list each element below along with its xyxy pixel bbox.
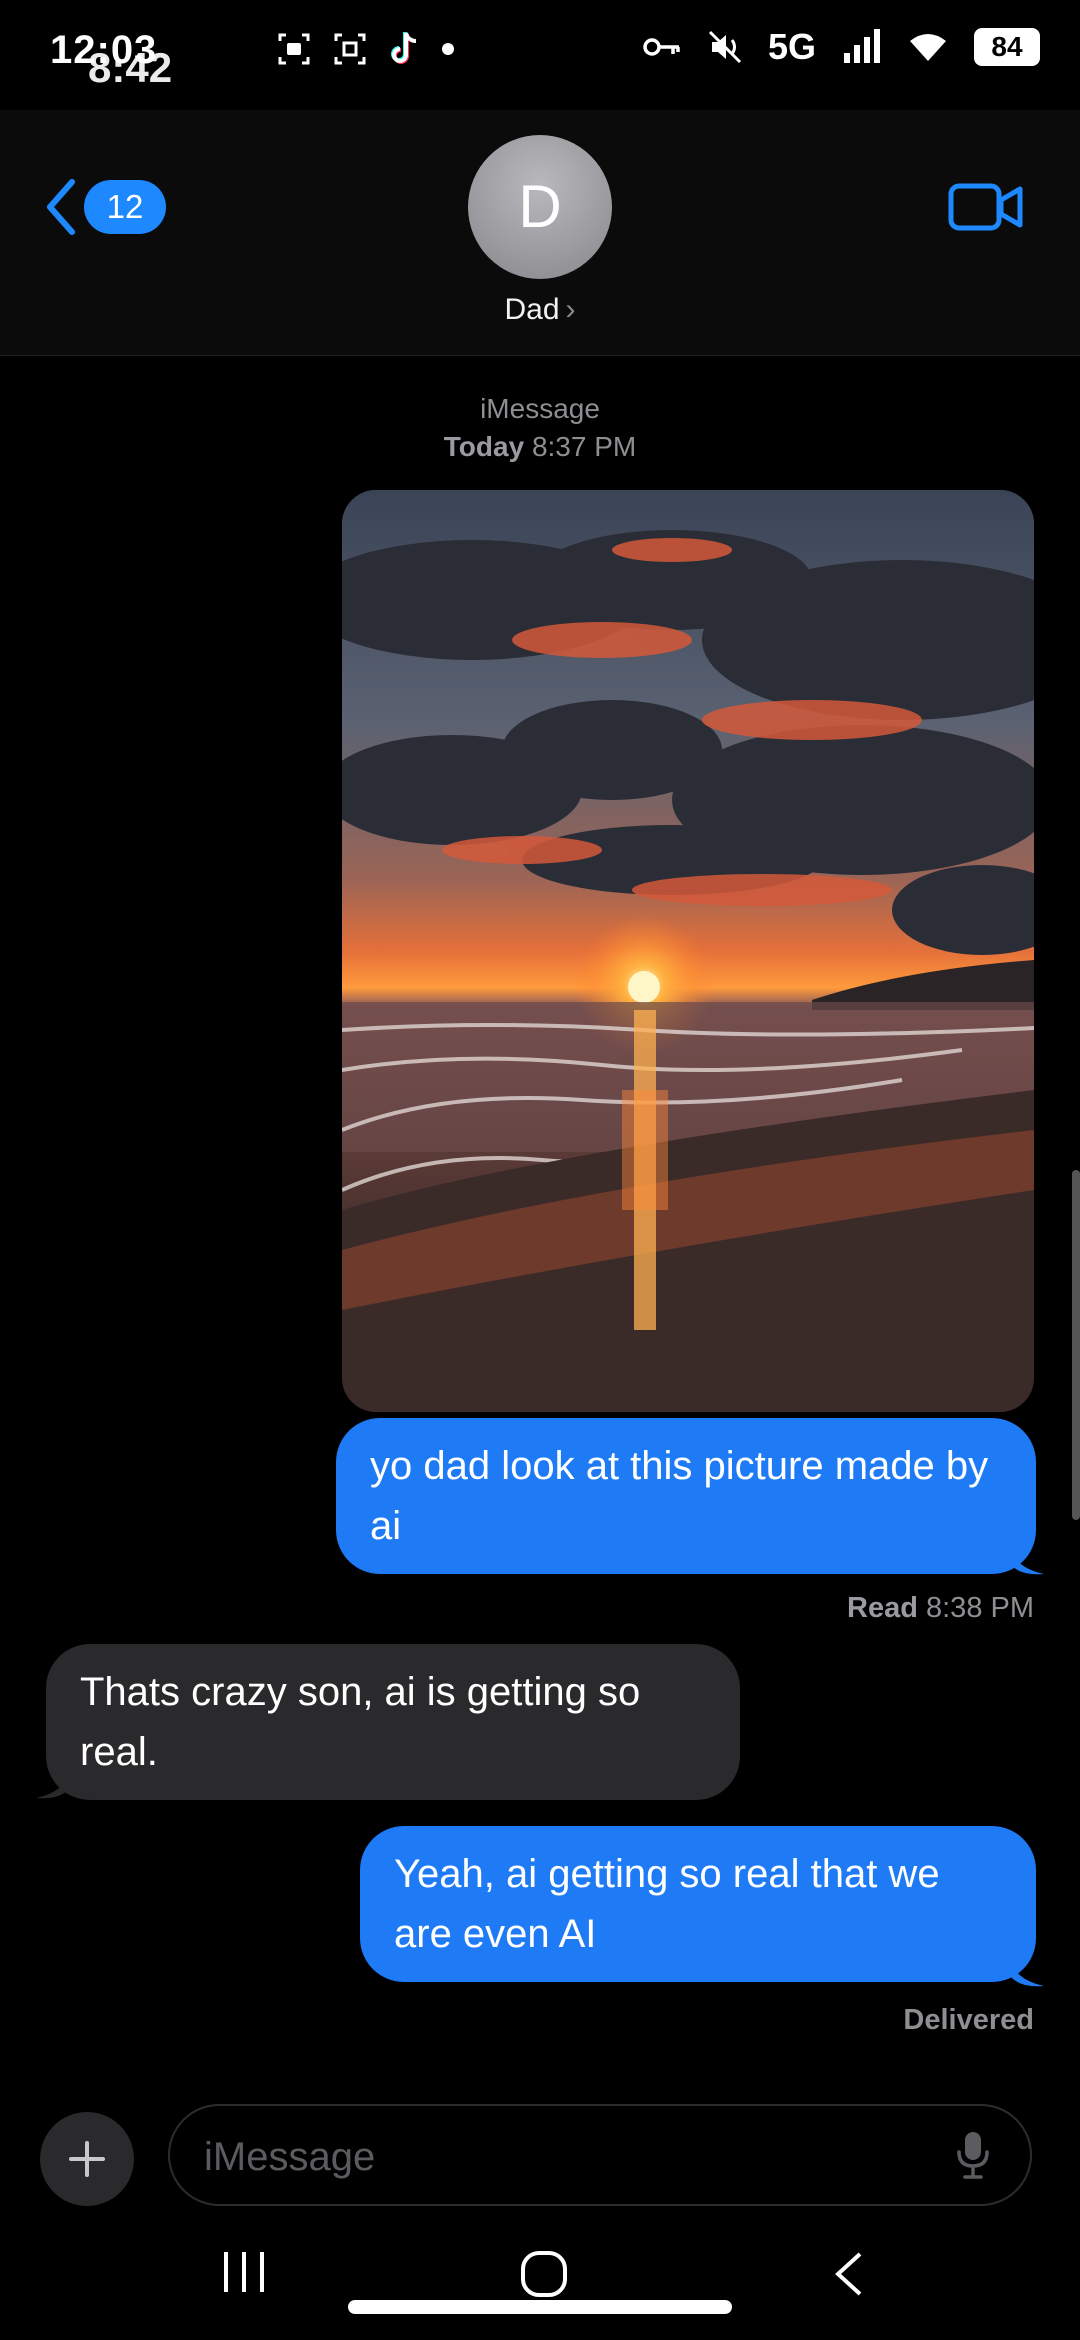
read-time: 8:38 PM <box>926 1592 1034 1624</box>
home-button[interactable] <box>520 2250 568 2303</box>
wifi-icon <box>910 34 946 61</box>
mute-icon <box>708 30 742 64</box>
battery-level: 84 <box>991 31 1023 62</box>
message-bubble-incoming[interactable]: Thats crazy son, ai is getting so real. <box>46 1644 740 1800</box>
status-notification-icons <box>276 30 454 68</box>
chevron-right-icon: › <box>565 293 576 326</box>
bubble-tail-incoming <box>36 1772 70 1799</box>
avatar[interactable]: D <box>468 135 612 279</box>
bubble-tail-outgoing <box>1010 1960 1044 1987</box>
read-label: Read <box>847 1592 918 1624</box>
status-time-overlay: 8:42 <box>88 44 173 91</box>
service-label: iMessage <box>480 393 600 424</box>
battery-icon: 84 <box>974 28 1040 66</box>
read-receipt: Read 8:38 PM <box>847 1592 1034 1625</box>
status-bar: 12:03 8:42 5G 84 <box>0 0 1080 110</box>
screen-record-icon <box>278 33 310 65</box>
video-camera-icon <box>948 183 1023 231</box>
delivered-status: Delivered <box>903 2004 1034 2036</box>
video-call-button[interactable] <box>948 182 1024 237</box>
more-notifications-dot <box>442 43 454 55</box>
unread-badge: 12 <box>84 180 166 234</box>
image-attachment[interactable] <box>342 490 1034 1412</box>
message-input[interactable] <box>202 2128 906 2186</box>
recent-apps-button[interactable] <box>220 2250 268 2299</box>
contact-name-button[interactable]: Dad › <box>0 293 1080 327</box>
contact-name: Dad <box>504 293 560 326</box>
microphone-icon <box>957 2132 989 2179</box>
timestamp-day: Today <box>443 431 525 462</box>
dictation-button[interactable] <box>956 2130 990 2185</box>
conversation-timestamp: Today 8:37 PM <box>0 428 1080 466</box>
back-nav-button[interactable] <box>830 2250 866 2303</box>
network-type: 5G <box>767 26 816 67</box>
home-icon <box>521 2251 567 2297</box>
sunset-beach-image <box>342 490 1034 1412</box>
message-bubble-outgoing[interactable]: yo dad look at this picture made by ai <box>336 1418 1036 1574</box>
vpn-key-icon <box>643 38 680 56</box>
bubble-tail-outgoing <box>1010 1548 1044 1575</box>
timestamp-time: 8:37 PM <box>531 431 637 462</box>
recent-apps-icon <box>224 2252 264 2292</box>
signal-icon <box>844 29 880 63</box>
scrollbar[interactable] <box>1072 1170 1080 1520</box>
back-icon <box>835 2252 862 2296</box>
message-bubble-outgoing[interactable]: Yeah, ai getting so real that we are eve… <box>360 1826 1036 1982</box>
tiktok-icon <box>391 32 417 64</box>
back-button[interactable]: 12 <box>44 178 166 236</box>
system-navigation-bar <box>0 2226 1080 2340</box>
chevron-left-icon <box>47 179 75 235</box>
screenshot-icon <box>334 33 366 65</box>
plus-icon <box>69 2141 105 2177</box>
status-system-icons: 5G 84 <box>642 26 1040 68</box>
add-attachment-button[interactable] <box>40 2112 134 2206</box>
conversation-header: 12 D Dad › <box>0 110 1080 356</box>
message-input-container[interactable] <box>168 2104 1032 2206</box>
home-indicator[interactable] <box>348 2300 732 2314</box>
